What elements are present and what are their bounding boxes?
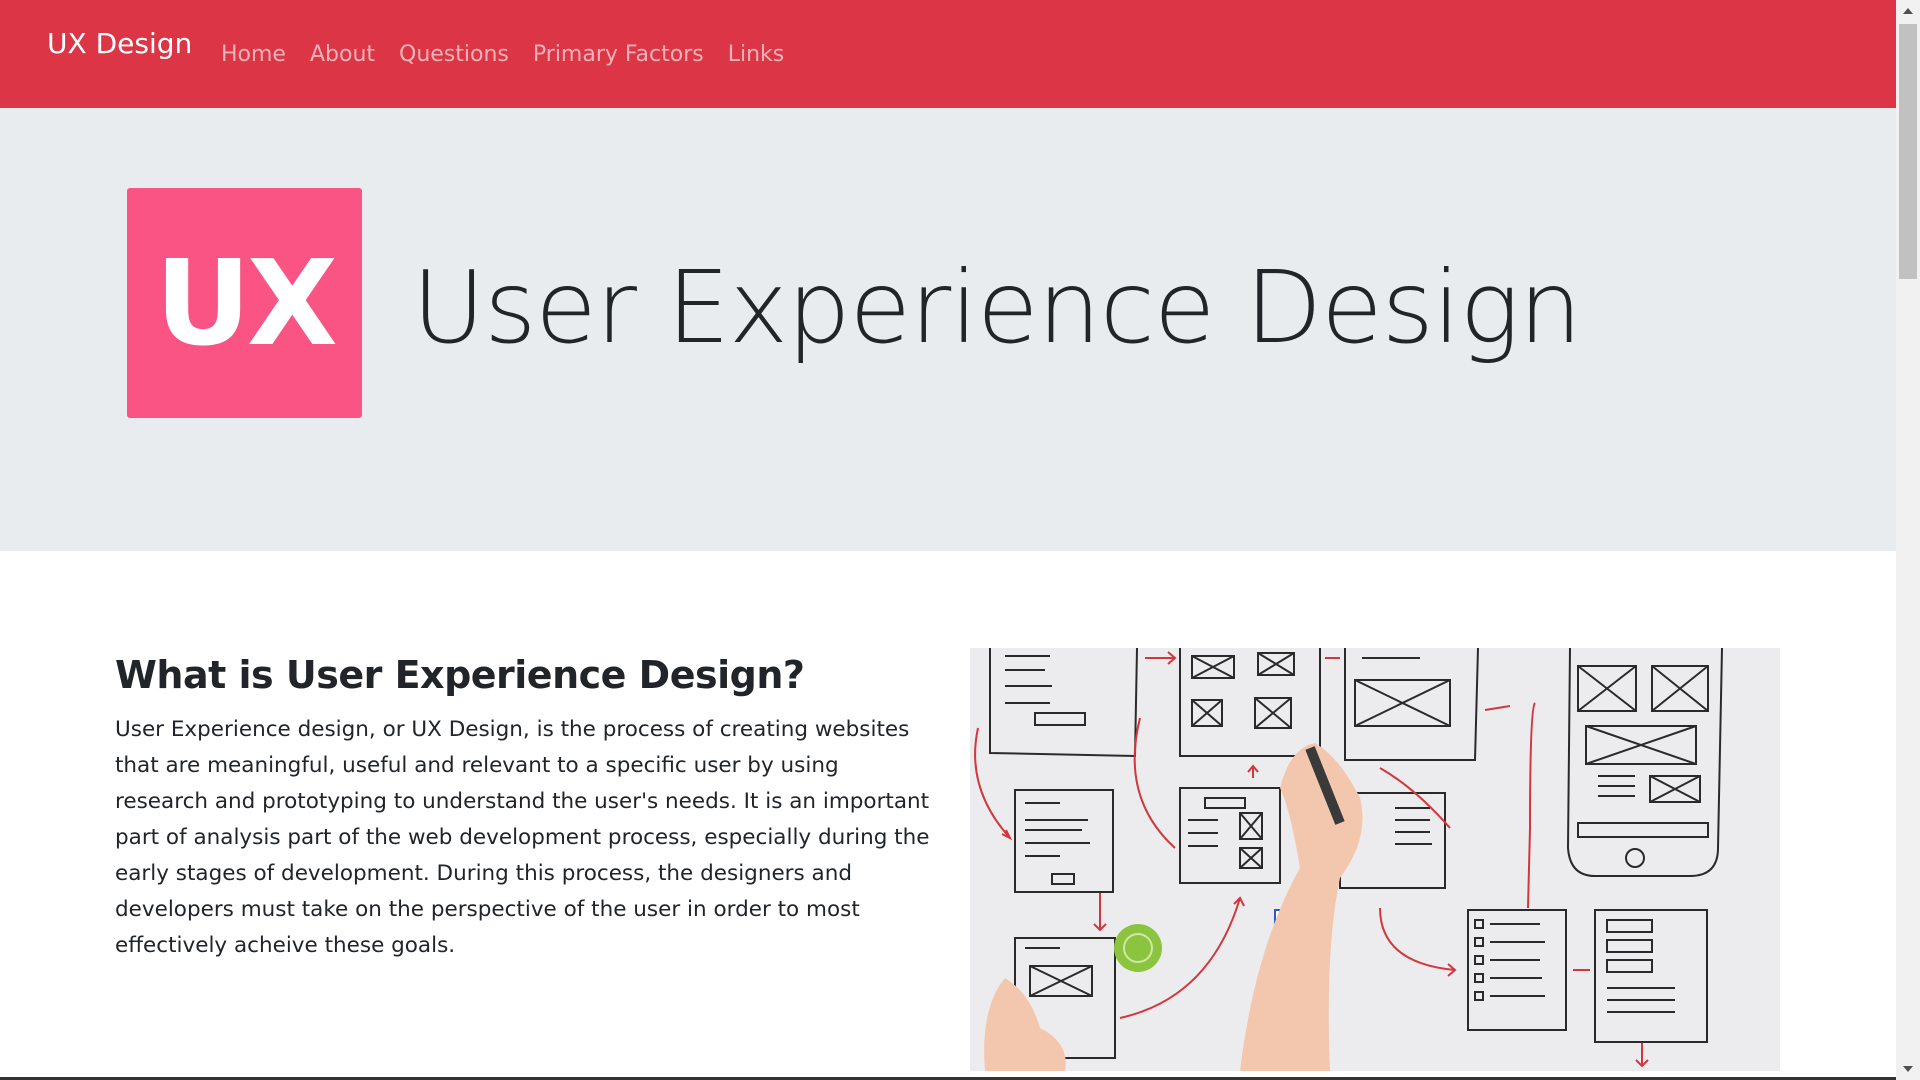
arrow-up-icon[interactable] [1896,0,1920,22]
page-title: User Experience Design [412,249,1582,366]
arrow-down-icon[interactable] [1896,1058,1920,1080]
navbar-brand[interactable]: UX Design [47,24,192,64]
nav-link-primary-factors[interactable]: Primary Factors [521,37,716,73]
section-paragraph: User Experience design, or UX Design, is… [115,717,930,958]
jumbotron: UX User Experience Design [0,108,1896,551]
nav-link-questions[interactable]: Questions [387,37,521,73]
ux-logo: UX [127,188,362,418]
section-heading: What is User Experience Design? [115,653,805,697]
vertical-scrollbar[interactable] [1896,0,1920,1080]
nav-link-home[interactable]: Home [209,37,298,73]
nav-links: Home About Questions Primary Factors Lin… [209,37,796,73]
page-viewport: UX Design Home About Questions Primary F… [0,0,1896,1080]
nav-link-links[interactable]: Links [716,37,797,73]
scrollbar-thumb[interactable] [1899,24,1917,279]
nav-link-about[interactable]: About [298,37,387,73]
ux-logo-text: UX [155,234,338,372]
navbar: UX Design Home About Questions Primary F… [0,0,1896,108]
wireframe-sketch-image [970,648,1780,1071]
